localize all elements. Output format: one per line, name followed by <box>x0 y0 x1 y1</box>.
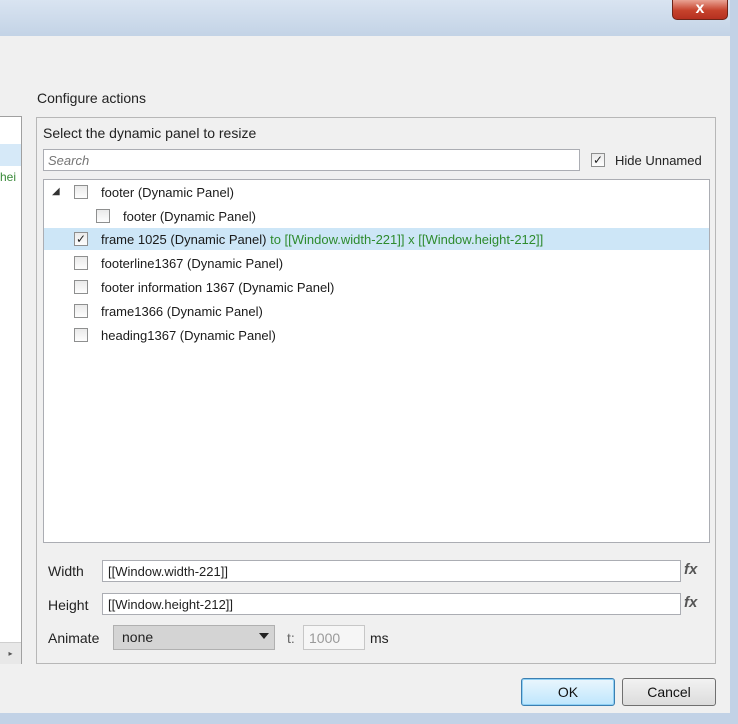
tree-row-checkbox[interactable] <box>74 280 88 294</box>
configure-actions-title: Configure actions <box>37 90 146 106</box>
animate-select[interactable]: none <box>113 625 275 650</box>
width-fx-button[interactable]: fx <box>684 561 697 578</box>
search-input[interactable] <box>43 149 580 171</box>
ok-button[interactable]: OK <box>521 678 615 706</box>
tree-row-label: footer (Dynamic Panel) <box>123 209 256 224</box>
window-frame-bottom <box>0 713 738 724</box>
tree-row-label: frame1366 (Dynamic Panel) <box>101 304 263 319</box>
tree-row-label: heading1367 (Dynamic Panel) <box>101 328 276 343</box>
tree-row-label-group: frame 1025 (Dynamic Panel) to [[Window.w… <box>101 232 543 247</box>
check-icon: ✓ <box>592 153 604 167</box>
duration-unit: ms <box>370 630 389 646</box>
tree-row-checkbox[interactable] <box>96 209 110 223</box>
tree-row[interactable]: footer information 1367 (Dynamic Panel) <box>44 276 709 298</box>
tree-row-label: frame 1025 (Dynamic Panel) <box>101 232 267 247</box>
tree-row[interactable]: footerline1367 (Dynamic Panel) <box>44 252 709 274</box>
scroll-right-button[interactable]: ▸ <box>0 642 21 664</box>
title-bar <box>0 0 738 36</box>
tree-row-checkbox[interactable] <box>74 256 88 270</box>
check-icon: ✓ <box>75 232 87 246</box>
chevron-down-icon[interactable] <box>259 633 269 639</box>
duration-label: t: <box>287 630 295 646</box>
width-label: Width <box>48 563 84 579</box>
hide-unnamed-label: Hide Unnamed <box>615 153 702 168</box>
interaction-list-panel <box>0 116 22 664</box>
expander-icon[interactable]: ◢ <box>52 186 60 197</box>
select-panel-label: Select the dynamic panel to resize <box>43 125 257 141</box>
dynamic-panel-tree[interactable]: ◢ footer (Dynamic Panel) footer (Dynamic… <box>43 179 710 543</box>
tree-row-label: footer (Dynamic Panel) <box>101 185 234 200</box>
tree-row[interactable]: heading1367 (Dynamic Panel) <box>44 324 709 346</box>
width-field[interactable]: [[Window.width-221]] <box>102 560 681 582</box>
selected-list-item[interactable] <box>0 144 21 166</box>
height-fx-button[interactable]: fx <box>684 594 697 611</box>
duration-field[interactable]: 1000 <box>303 625 365 650</box>
tree-row-label: footerline1367 (Dynamic Panel) <box>101 256 284 271</box>
tree-row[interactable]: footer (Dynamic Panel) <box>44 205 709 227</box>
chevron-right-icon: ▸ <box>8 649 13 658</box>
tree-row-checkbox[interactable] <box>74 328 88 342</box>
tree-row-checkbox[interactable] <box>74 304 88 318</box>
animate-label: Animate <box>48 630 100 646</box>
list-item-fragment: hei <box>0 170 17 184</box>
close-icon: x <box>695 0 705 17</box>
tree-row[interactable]: ◢ footer (Dynamic Panel) <box>44 181 709 203</box>
tree-row-checkbox[interactable] <box>74 185 88 199</box>
tree-row-action: to [[Window.width-221]] x [[Window.heigh… <box>270 232 544 247</box>
window-frame-right <box>730 0 738 724</box>
tree-row-label: footer information 1367 (Dynamic Panel) <box>101 280 335 295</box>
tree-row-checkbox[interactable]: ✓ <box>74 232 88 246</box>
tree-row[interactable]: frame1366 (Dynamic Panel) <box>44 300 709 322</box>
height-label: Height <box>48 597 89 613</box>
close-button[interactable]: x <box>672 0 728 20</box>
tree-row-selected[interactable]: ✓ frame 1025 (Dynamic Panel) to [[Window… <box>44 228 709 250</box>
cancel-button[interactable]: Cancel <box>622 678 716 706</box>
hide-unnamed-checkbox[interactable]: ✓ <box>591 153 605 167</box>
height-field[interactable]: [[Window.height-212]] <box>102 593 681 615</box>
